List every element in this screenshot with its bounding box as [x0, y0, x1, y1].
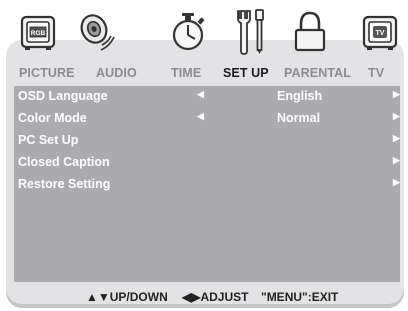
menu-row-value: English — [277, 89, 323, 103]
tab-bar: PICTURE AUDIO TIME SET UP PARENTAL TV — [0, 64, 408, 86]
right-arrow-icon[interactable]: ▶ — [393, 155, 400, 166]
tab-picture[interactable]: PICTURE — [19, 66, 75, 80]
menu-row-osd-language[interactable]: OSD Language ◀ English ▶ — [14, 88, 400, 106]
left-arrow-icon[interactable]: ◀ — [197, 89, 204, 100]
footer-updown-hint: ▲▼UP/DOWN — [86, 290, 168, 304]
right-arrow-icon[interactable]: ▶ — [393, 177, 400, 188]
menu-row-pc-setup[interactable]: PC Set Up ▶ — [14, 132, 400, 150]
menu-row-color-mode[interactable]: Color Mode ◀ Normal ▶ — [14, 110, 400, 128]
help-footer: ▲▼UP/DOWN ◀▶ADJUST "MENU":EXIT — [0, 290, 408, 306]
menu-row-label: Restore Setting — [18, 177, 111, 191]
menu-row-restore-setting[interactable]: Restore Setting ▶ — [14, 176, 400, 194]
menu-row-label: Closed Caption — [18, 155, 110, 169]
tab-parental[interactable]: PARENTAL — [284, 66, 351, 80]
tv-icon[interactable]: TV — [356, 4, 404, 60]
menu-row-label: Color Mode — [18, 111, 87, 125]
tab-time[interactable]: TIME — [171, 66, 201, 80]
menu-row-label: PC Set Up — [18, 133, 79, 147]
footer-exit-hint: "MENU":EXIT — [261, 290, 339, 304]
picture-icon[interactable]: RGB — [14, 4, 62, 60]
lock-icon[interactable] — [286, 4, 334, 60]
menu-row-closed-caption[interactable]: Closed Caption ▶ — [14, 154, 400, 172]
tab-icons-bar: RGB TV — [0, 0, 408, 64]
tab-tv[interactable]: TV — [368, 66, 384, 80]
left-arrow-icon[interactable]: ◀ — [197, 111, 204, 122]
setup-menu-list: OSD Language ◀ English ▶ Color Mode ◀ No… — [14, 86, 400, 282]
tv-badge-text: TV — [376, 30, 385, 37]
menu-row-label: OSD Language — [18, 89, 108, 103]
right-arrow-icon[interactable]: ▶ — [393, 133, 400, 144]
right-arrow-icon[interactable]: ▶ — [393, 111, 400, 122]
menu-row-value: Normal — [277, 111, 321, 125]
picture-badge-text: RGB — [31, 30, 46, 37]
footer-adjust-hint: ◀▶ADJUST — [182, 290, 249, 304]
tab-audio[interactable]: AUDIO — [96, 66, 137, 80]
tools-icon[interactable] — [226, 4, 274, 60]
audio-icon[interactable] — [72, 4, 120, 60]
right-arrow-icon[interactable]: ▶ — [393, 89, 400, 100]
tab-setup[interactable]: SET UP — [223, 66, 269, 80]
timer-icon[interactable] — [165, 4, 213, 60]
